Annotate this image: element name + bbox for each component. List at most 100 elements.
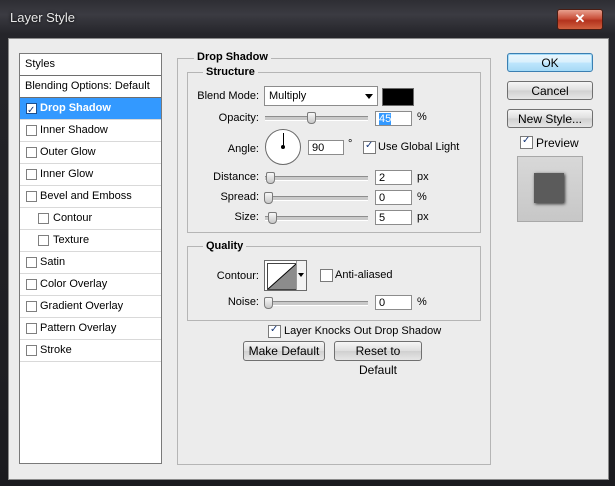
list-item-label: Drop Shadow (40, 102, 111, 114)
angle-dial[interactable] (265, 129, 301, 165)
distance-slider[interactable] (265, 172, 368, 184)
list-item-contour[interactable]: Contour (20, 208, 161, 230)
quality-title: Quality (203, 240, 247, 252)
spread-slider-handle[interactable] (264, 192, 273, 204)
angle-input[interactable]: 90 (308, 140, 344, 155)
list-item-inner-glow[interactable]: Inner Glow (20, 164, 161, 186)
make-default-button[interactable]: Make Default (243, 341, 325, 361)
opacity-input[interactable]: 45 (375, 111, 412, 126)
opacity-label: Opacity: (218, 112, 259, 124)
list-item-label: Inner Shadow (40, 124, 108, 136)
texture-checkbox[interactable] (38, 235, 49, 246)
spread-value: 0 (379, 192, 386, 204)
list-item-stroke[interactable]: Stroke (20, 340, 161, 362)
contour-dropdown-arrow[interactable] (296, 261, 306, 290)
gradient-overlay-checkbox[interactable] (26, 301, 37, 312)
style-list: Styles Blending Options: Default Drop Sh… (19, 53, 162, 464)
reset-default-button[interactable]: Reset to Default (334, 341, 422, 377)
use-global-light-checkbox[interactable] (363, 140, 376, 154)
list-item-label: Stroke (40, 344, 72, 356)
knockout-checkbox[interactable] (268, 324, 281, 338)
list-item-gradient-overlay[interactable]: Gradient Overlay (20, 296, 161, 318)
contour-picker[interactable] (264, 260, 307, 291)
list-item-label: Blending Options: Default (25, 80, 150, 92)
close-icon: ✕ (574, 11, 586, 26)
new-style-button[interactable]: New Style... (507, 109, 593, 128)
opacity-value: 45 (379, 113, 392, 125)
list-item-outer-glow[interactable]: Outer Glow (20, 142, 161, 164)
title-bar[interactable]: Layer Style ✕ (0, 0, 615, 38)
distance-unit: px (417, 171, 429, 183)
angle-dial-center (281, 145, 285, 149)
noise-input[interactable]: 0 (375, 295, 412, 310)
preview-thumbnail (517, 156, 583, 222)
inner-glow-checkbox[interactable] (26, 169, 37, 180)
list-item-pattern-overlay[interactable]: Pattern Overlay (20, 318, 161, 340)
preview-label: Preview (536, 136, 579, 150)
inner-shadow-checkbox[interactable] (26, 125, 37, 136)
window-title: Layer Style (10, 10, 76, 25)
distance-slider-handle[interactable] (266, 172, 275, 184)
dialog-body: Styles Blending Options: Default Drop Sh… (8, 38, 609, 480)
color-overlay-checkbox[interactable] (26, 279, 37, 290)
list-item-label: Gradient Overlay (40, 300, 124, 312)
list-item-color-overlay[interactable]: Color Overlay (20, 274, 161, 296)
spread-label: Spread: (220, 191, 259, 203)
size-slider-handle[interactable] (268, 212, 277, 224)
opacity-unit: % (417, 111, 427, 123)
chevron-down-icon (365, 94, 373, 99)
spread-input[interactable]: 0 (375, 190, 412, 205)
structure-title: Structure (203, 66, 258, 78)
noise-slider-handle[interactable] (264, 297, 273, 309)
close-button[interactable]: ✕ (557, 9, 603, 30)
size-value: 5 (379, 212, 386, 224)
size-input[interactable]: 5 (375, 210, 412, 225)
list-item-label: Inner Glow (40, 168, 94, 180)
list-item-label: Contour (53, 212, 93, 224)
list-item-styles[interactable]: Styles (20, 54, 161, 76)
list-item-blending-options[interactable]: Blending Options: Default (20, 76, 161, 98)
satin-checkbox[interactable] (26, 257, 37, 268)
cancel-button[interactable]: Cancel (507, 81, 593, 100)
list-item-drop-shadow[interactable]: Drop Shadow (20, 98, 161, 121)
opacity-slider-handle[interactable] (307, 112, 316, 124)
anti-aliased-label: Anti-aliased (335, 269, 393, 281)
spread-unit: % (417, 191, 427, 203)
blend-mode-value: Multiply (269, 90, 307, 102)
angle-label: Angle: (227, 143, 259, 155)
anti-aliased-checkbox[interactable] (320, 269, 333, 282)
contour-checkbox[interactable] (38, 213, 49, 224)
ok-button[interactable]: OK (507, 53, 593, 72)
list-item-inner-shadow[interactable]: Inner Shadow (20, 120, 161, 142)
size-slider[interactable] (265, 212, 368, 224)
noise-slider[interactable] (264, 297, 368, 309)
layer-style-window: Layer Style ✕ Styles Blending Options: D… (0, 0, 615, 486)
knockout-label: Layer Knocks Out Drop Shadow (284, 325, 442, 337)
distance-input[interactable]: 2 (375, 170, 412, 185)
shadow-color-swatch[interactable] (382, 88, 414, 106)
list-item-label: Satin (40, 256, 66, 268)
stroke-checkbox[interactable] (26, 345, 37, 356)
list-item-texture[interactable]: Texture (20, 230, 161, 252)
use-global-light-label: Use Global Light (378, 141, 460, 153)
contour-curve-icon (267, 263, 297, 290)
quality-group (187, 246, 481, 321)
list-item-label: Outer Glow (40, 146, 96, 158)
list-item-bevel-emboss[interactable]: Bevel and Emboss (20, 186, 161, 208)
bevel-emboss-checkbox[interactable] (26, 191, 37, 202)
pattern-overlay-checkbox[interactable] (26, 323, 37, 334)
outer-glow-checkbox[interactable] (26, 147, 37, 158)
drop-shadow-checkbox[interactable] (26, 100, 37, 121)
preview-shape (534, 173, 564, 203)
contour-label: Contour: (216, 270, 259, 282)
blend-mode-select[interactable]: Multiply (264, 86, 378, 106)
noise-unit: % (417, 296, 427, 308)
preview-checkbox[interactable] (520, 135, 533, 149)
list-item-satin[interactable]: Satin (20, 252, 161, 274)
size-unit: px (417, 211, 429, 223)
list-item-label: Texture (53, 234, 90, 246)
angle-value: 90 (312, 142, 325, 154)
spread-slider[interactable] (264, 192, 368, 204)
opacity-slider[interactable] (265, 112, 368, 124)
angle-unit: ° (348, 138, 353, 150)
